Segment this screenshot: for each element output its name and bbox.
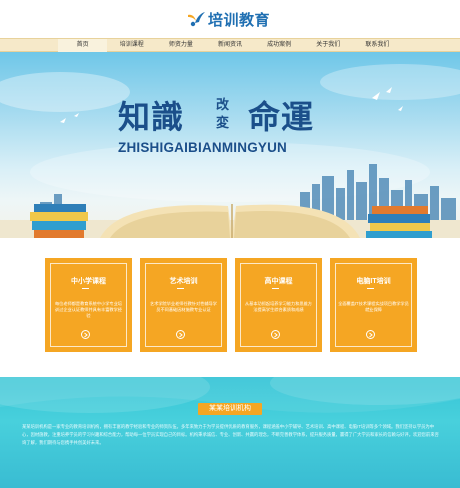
card-desc: 全面覆盖IT技术课程实战项目教学学员就业保障	[338, 301, 409, 312]
site-logo[interactable]: 培训教育	[186, 8, 270, 30]
nav-item-courses[interactable]: 培训课程	[107, 39, 156, 52]
nav-item-about[interactable]: 关于我们	[304, 39, 353, 52]
nav-item-cases[interactable]: 成功案例	[255, 39, 304, 52]
card-title: 电脑IT培训	[356, 278, 391, 285]
about-section: 某某培训机构 某某培训机构是一家专业的教育培训机构，拥有丰富的教学经验和专业的师…	[0, 377, 460, 488]
arrow-right-circle-icon[interactable]	[366, 330, 375, 339]
hero-banner: 知識 改 変 命運 ZHISHIGAIBIANMINGYUN	[0, 52, 460, 238]
card-title: 中小学课程	[71, 278, 106, 285]
site-header: 培训教育	[0, 0, 460, 38]
bird-logo-icon	[186, 9, 206, 29]
card-divider	[177, 288, 184, 289]
logo-text: 培训教育	[208, 11, 271, 29]
course-cards: 中小学课程 每位老师都是教育系统中小学专业培训过企业认证教师并具有丰富教学经验 …	[45, 258, 417, 352]
card-divider	[82, 288, 89, 289]
card-desc: 从基本功抓起培养学习能力和思维方法提高学生综合素质和成绩	[244, 301, 312, 312]
slogan-small-top: 改	[216, 98, 230, 113]
card-desc: 每位老师都是教育系统中小学专业培训过企业认证教师并具有丰富教学经验	[54, 301, 122, 318]
main-nav: 首页 培训课程 师资力量 新闻资讯 成功案例 关于我们 联系我们	[0, 38, 460, 52]
card-title: 高中课程	[264, 278, 293, 285]
slogan-right: 命運	[248, 98, 315, 136]
banner-pinyin: ZHISHIGAIBIANMINGYUN	[118, 140, 287, 155]
about-title: 某某培训机构	[198, 403, 262, 415]
arrow-right-circle-icon[interactable]	[81, 330, 90, 339]
slogan-small-bottom: 変	[216, 116, 230, 131]
arrow-right-circle-icon[interactable]	[176, 330, 185, 339]
card-desc: 艺术学院毕业老师任教针对性辅导学员不同基础因材施教专业认证	[149, 301, 217, 312]
arrow-right-circle-icon[interactable]	[271, 330, 280, 339]
nav-item-teachers[interactable]: 师资力量	[156, 39, 205, 52]
course-card[interactable]: 艺术培训 艺术学院毕业老师任教针对性辅导学员不同基础因材施教专业认证	[140, 258, 227, 352]
nav-item-news[interactable]: 新闻资讯	[205, 39, 254, 52]
nav-item-contact[interactable]: 联系我们	[353, 39, 402, 52]
course-card[interactable]: 电脑IT培训 全面覆盖IT技术课程实战项目教学学员就业保障	[330, 258, 417, 352]
about-text: 某某培训机构是一家专业的教育培训机构，拥有丰富的教学经验和专业的师资队伍。多年来…	[22, 424, 439, 445]
nav-item-home[interactable]: 首页	[58, 39, 108, 52]
banner-slogan: 知識 改 変 命運	[118, 92, 348, 138]
course-card[interactable]: 中小学课程 每位老师都是教育系统中小学专业培训过企业认证教师并具有丰富教学经验	[45, 258, 132, 352]
slogan-left: 知識	[118, 98, 185, 136]
course-card[interactable]: 高中课程 从基本功抓起培养学习能力和思维方法提高学生综合素质和成绩	[235, 258, 322, 352]
card-title: 艺术培训	[169, 278, 198, 285]
card-divider	[367, 288, 374, 289]
card-divider	[272, 288, 279, 289]
